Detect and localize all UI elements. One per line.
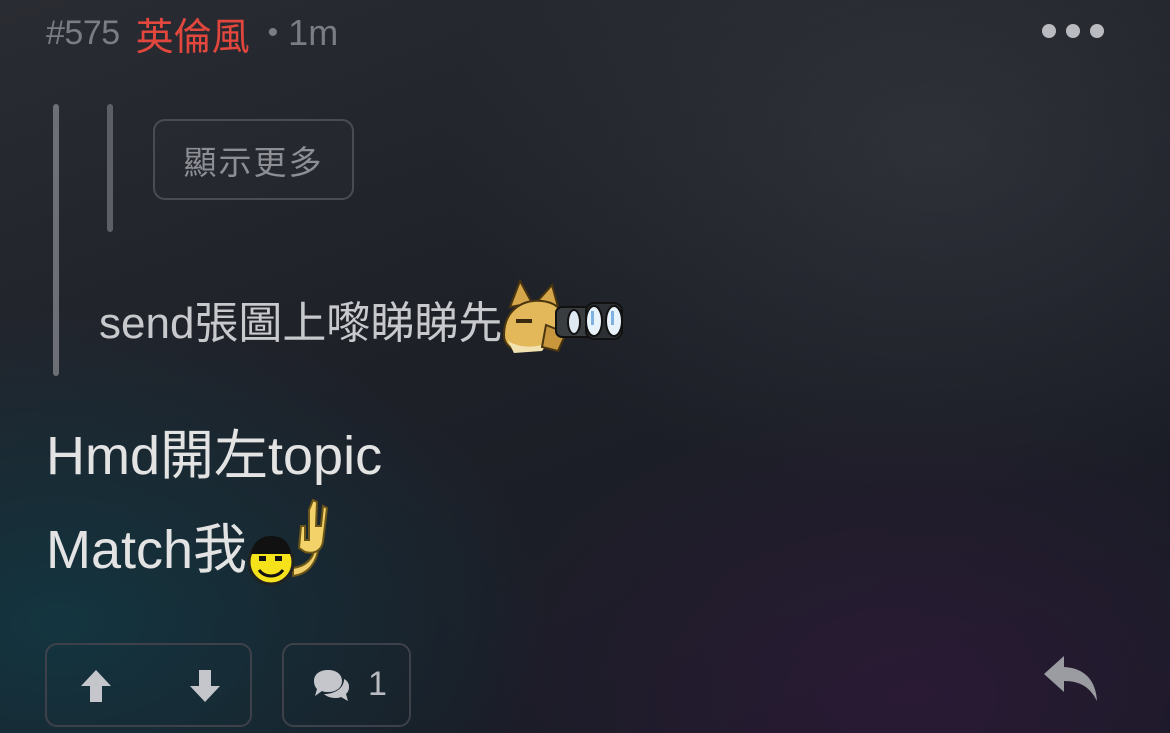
binoculars-fox-sticker	[503, 278, 624, 353]
message-text: Hmd開左topic	[46, 425, 383, 486]
message-line: Hmd開左topic	[46, 402, 382, 498]
post-time: 1m	[288, 12, 339, 53]
post-header: #575 英倫風 • 1m	[46, 6, 339, 61]
reply-icon[interactable]	[1042, 654, 1100, 704]
arrow-down-icon[interactable]	[189, 669, 221, 703]
quote-bar-inner	[107, 104, 113, 232]
comment-count: 1	[368, 665, 387, 703]
more-dot	[1066, 24, 1080, 38]
floor-number: #575	[46, 13, 120, 52]
more-options-icon[interactable]	[1042, 22, 1104, 40]
username[interactable]: 英倫風	[136, 6, 250, 61]
more-dot	[1042, 24, 1056, 38]
message-text: Match我	[46, 519, 248, 580]
show-more-button[interactable]: 顯示更多	[153, 119, 354, 200]
quote-bar-outer	[53, 104, 59, 376]
arrow-up-icon[interactable]	[80, 669, 112, 703]
rock-on-smiley-sticker	[247, 498, 329, 586]
vote-box	[45, 643, 252, 727]
more-dot	[1090, 24, 1104, 38]
comment-bubbles-icon	[314, 670, 349, 701]
quoted-text: send張圖上嚟睇睇先	[99, 299, 503, 348]
message-line: Match我	[46, 496, 333, 592]
comment-button[interactable]: 1	[282, 643, 411, 727]
quoted-message: send張圖上嚟睇睇先	[99, 274, 626, 364]
separator-dot: •	[267, 16, 279, 49]
